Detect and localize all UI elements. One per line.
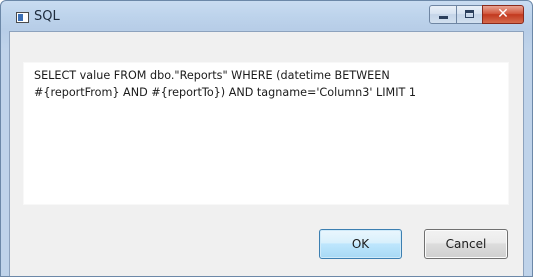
maximize-button[interactable] xyxy=(456,5,483,24)
window-icon-pane xyxy=(18,14,23,21)
maximize-icon xyxy=(465,10,474,18)
close-icon: ✕ xyxy=(497,6,509,22)
minimize-icon xyxy=(439,16,448,19)
window-icon xyxy=(16,12,29,23)
window-title: SQL xyxy=(34,9,60,24)
sql-text-editor[interactable]: SELECT value FROM dbo."Reports" WHERE (d… xyxy=(23,62,509,205)
cancel-button[interactable]: Cancel xyxy=(424,229,508,259)
close-button[interactable]: ✕ xyxy=(482,5,524,24)
ok-button[interactable]: OK xyxy=(319,229,402,259)
minimize-button[interactable] xyxy=(429,5,457,24)
